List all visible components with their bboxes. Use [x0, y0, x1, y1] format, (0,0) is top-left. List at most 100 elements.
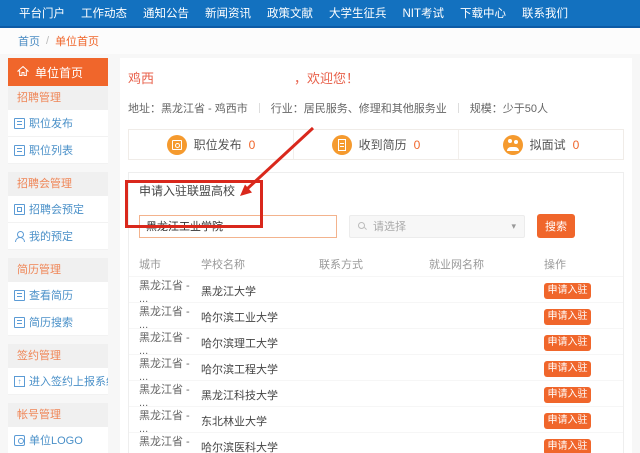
- stats-bar: 职位发布 0 收到简历0 拟面试 0: [128, 129, 624, 160]
- nav-item[interactable]: 联系我们: [516, 5, 574, 21]
- nav-item[interactable]: 大学生征兵: [323, 5, 393, 21]
- select-dropdown[interactable]: 请选择: [349, 215, 525, 238]
- sidebar-item-label: 查看简历: [29, 287, 73, 303]
- select-placeholder: 请选择: [373, 218, 406, 234]
- info-divider: [259, 103, 260, 113]
- sidebar-item[interactable]: 职位发布: [8, 110, 108, 137]
- sidebar-section: 简历管理查看简历简历搜索: [8, 258, 108, 336]
- sidebar-item-label: 职位列表: [29, 142, 73, 158]
- breadcrumb: 首页 / 单位首页: [0, 28, 640, 54]
- cell-city: 黑龙江省 - ...: [139, 329, 201, 357]
- stat-label: 收到简历: [359, 136, 407, 153]
- company-name: 鸡西: [128, 71, 154, 86]
- jobfair-booking-icon: [14, 204, 25, 215]
- apply-enter-button[interactable]: 申请入驻: [544, 309, 591, 325]
- cell-action: 申请入驻: [544, 361, 613, 377]
- nav-item[interactable]: 新闻资讯: [199, 5, 257, 21]
- apply-enter-button[interactable]: 申请入驻: [544, 335, 591, 351]
- sidebar-item[interactable]: 单位LOGO: [8, 427, 108, 453]
- cell-city: 黑龙江省 - ...: [139, 303, 201, 331]
- stat-item[interactable]: 职位发布 0: [129, 130, 293, 159]
- sidebar-item[interactable]: 我的预定: [8, 223, 108, 250]
- cell-school: 黑龙江科技大学: [201, 387, 319, 403]
- position-publish-icon: [167, 135, 187, 155]
- school-search-input[interactable]: [139, 215, 337, 238]
- cell-action: 申请入驻: [544, 413, 613, 429]
- nav-item[interactable]: 下载中心: [454, 5, 512, 21]
- column-header: 学校名称: [201, 256, 319, 272]
- sidebar-section-title: 简历管理: [8, 258, 108, 282]
- my-booking-icon: [14, 231, 25, 242]
- cell-school: 哈尔滨理工大学: [201, 335, 319, 351]
- sidebar-item[interactable]: 进入签约上报系统: [8, 368, 108, 395]
- position-list-icon: [14, 145, 25, 156]
- unit-logo-icon: [14, 435, 25, 446]
- apply-enter-button[interactable]: 申请入驻: [544, 283, 591, 299]
- sidebar-section: 帐号管理单位LOGO基本信息修改密码: [8, 403, 108, 453]
- sidebar-section: 招聘管理职位发布职位列表: [8, 86, 108, 164]
- nav-item[interactable]: 政策文献: [261, 5, 319, 21]
- search-button[interactable]: 搜索: [537, 214, 575, 238]
- company-address: 地址：黑龙江省 - 鸡西市: [128, 100, 248, 116]
- stat-label: 职位发布: [194, 136, 242, 153]
- apply-enter-button[interactable]: 申请入驻: [544, 387, 591, 403]
- sidebar-item-label: 单位LOGO: [29, 432, 83, 448]
- cell-action: 申请入驻: [544, 309, 613, 325]
- table-row: 黑龙江省 - ...黑龙江大学申请入驻: [129, 276, 623, 302]
- sidebar-section: 签约管理进入签约上报系统: [8, 344, 108, 395]
- main-content: 鸡西，欢迎您！ 地址：黑龙江省 - 鸡西市 行业：居民服务、修理和其他服务业 规…: [120, 58, 632, 453]
- column-header: 城市: [139, 256, 201, 272]
- column-header: 操作: [544, 256, 613, 272]
- sidebar-item[interactable]: 招聘会预定: [8, 196, 108, 223]
- cell-school: 哈尔滨医科大学: [201, 439, 319, 453]
- cell-action: 申请入驻: [544, 387, 613, 403]
- stat-label: 拟面试: [530, 136, 566, 153]
- welcome-message: 鸡西，欢迎您！: [128, 68, 624, 87]
- apply-enter-button[interactable]: 申请入驻: [544, 439, 591, 453]
- table-row: 黑龙江省 - ...黑龙江科技大学 申请入驻: [129, 380, 623, 406]
- cell-city: 黑龙江省 - ...: [139, 433, 201, 453]
- sidebar-header-unit-home[interactable]: 单位首页: [8, 58, 108, 86]
- table-row: 黑龙江省 - ...哈尔滨工程大学 申请入驻: [129, 354, 623, 380]
- cell-action: 申请入驻: [544, 439, 613, 453]
- nav-item[interactable]: 通知公告: [137, 5, 195, 21]
- breadcrumb-current: 单位首页: [55, 33, 99, 49]
- stat-item[interactable]: 拟面试 0: [458, 130, 623, 159]
- apply-enter-button[interactable]: 申请入驻: [544, 361, 591, 377]
- cell-school: 哈尔滨工程大学: [201, 361, 319, 377]
- cell-city: 黑龙江省 - ...: [139, 355, 201, 383]
- cell-school: 黑龙江大学: [201, 283, 319, 299]
- cell-school: 东北林业大学: [201, 413, 319, 429]
- sidebar-item[interactable]: 简历搜索: [8, 309, 108, 336]
- sidebar-item-label: 我的预定: [29, 228, 73, 244]
- sidebar-item-label: 简历搜索: [29, 314, 73, 330]
- apply-enter-button[interactable]: 申请入驻: [544, 413, 591, 429]
- nav-item[interactable]: 工作动态: [75, 5, 133, 21]
- sidebar-item[interactable]: 职位列表: [8, 137, 108, 164]
- breadcrumb-home[interactable]: 首页: [18, 33, 40, 49]
- home-icon: [17, 65, 29, 80]
- nav-item[interactable]: NIT考试: [397, 5, 451, 21]
- sidebar-section-title: 招聘管理: [8, 86, 108, 110]
- sidebar-header-label: 单位首页: [35, 64, 83, 81]
- sign-report-system-icon: [14, 376, 25, 387]
- stat-value: 0: [249, 138, 256, 152]
- redacted-company-name: [154, 71, 294, 83]
- nav-item[interactable]: 平台门户: [13, 5, 71, 21]
- info-divider: [458, 103, 459, 113]
- top-nav: 平台门户工作动态通知公告新闻资讯政策文献大学生征兵NIT考试下载中心联系我们: [0, 0, 640, 28]
- sidebar: 单位首页 招聘管理职位发布职位列表招聘会管理招聘会预定我的预定简历管理查看简历简…: [8, 58, 108, 453]
- stat-item[interactable]: 收到简历0: [293, 130, 458, 159]
- stat-value: 0: [573, 138, 580, 152]
- cell-city: 黑龙江省 - ...: [139, 381, 201, 409]
- apply-panel: 申请入驻联盟高校 请选择 搜索 城市学校名称联系方式就业网名称操作 黑龙江省 -…: [128, 172, 624, 453]
- view-resume-icon: [14, 290, 25, 301]
- sidebar-item-label: 进入签约上报系统: [29, 373, 108, 389]
- column-header: 就业网名称: [429, 256, 544, 272]
- cell-action: 申请入驻: [544, 335, 613, 351]
- sidebar-item-label: 招聘会预定: [29, 201, 84, 217]
- column-header: 联系方式: [319, 256, 429, 272]
- sidebar-item[interactable]: 查看简历: [8, 282, 108, 309]
- cell-city: 黑龙江省 - ...: [139, 407, 201, 435]
- table-header: 城市学校名称联系方式就业网名称操作: [129, 252, 623, 276]
